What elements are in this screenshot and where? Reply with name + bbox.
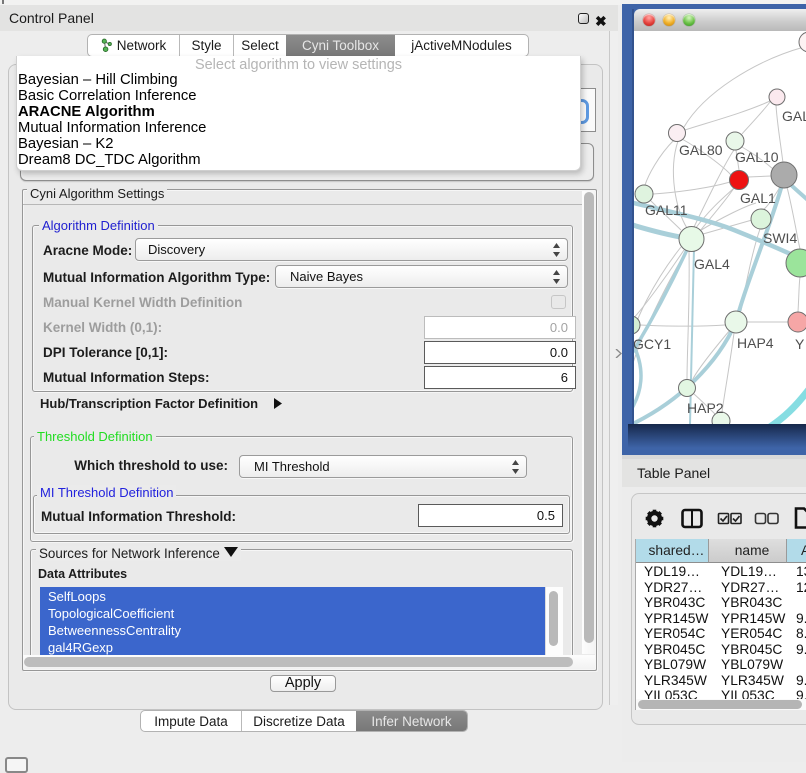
- svg-text:GAL4: GAL4: [694, 256, 730, 272]
- svg-text:SWI4: SWI4: [763, 230, 797, 246]
- svg-text:GAL11: GAL11: [645, 202, 688, 218]
- svg-text:GAL80: GAL80: [679, 142, 723, 158]
- svg-text:Y: Y: [795, 336, 805, 352]
- svg-text:GAL10: GAL10: [735, 149, 779, 165]
- svg-text:HAP4: HAP4: [737, 335, 774, 351]
- svg-text:GCY1: GCY1: [634, 336, 671, 352]
- svg-text:HAP2: HAP2: [687, 400, 724, 416]
- svg-text:GAL1: GAL1: [740, 190, 776, 206]
- svg-text:GAL: GAL: [782, 108, 806, 124]
